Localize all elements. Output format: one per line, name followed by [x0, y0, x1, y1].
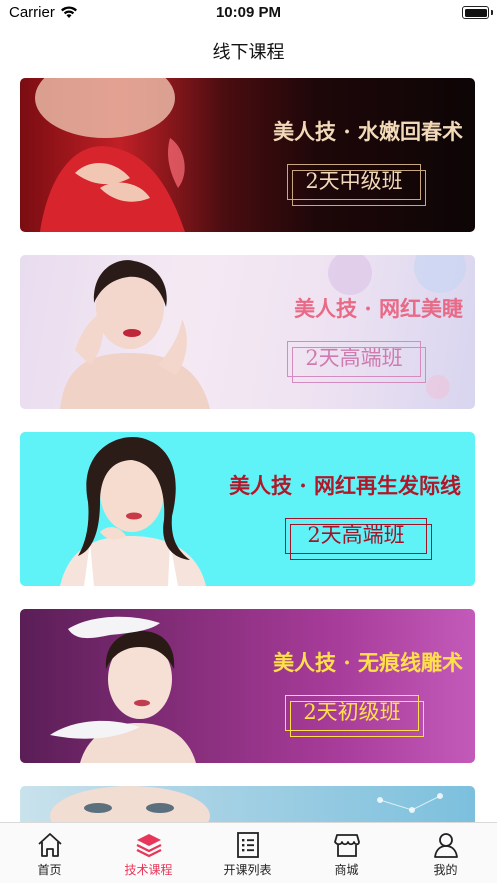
course-level-badge: 2天初级班 — [285, 695, 424, 737]
tab-label: 我的 — [433, 863, 458, 877]
course-level-badge: 2天中级班 — [287, 164, 426, 206]
page-title: 线下课程 — [212, 42, 285, 63]
home-icon — [37, 833, 62, 857]
user-icon — [433, 833, 458, 858]
course-level-badge: 2天高端班 — [285, 518, 432, 560]
course-card-hairline[interactable]: 美人技 · 网红再生发际线 2天高端班 — [20, 432, 475, 586]
tab-home[interactable]: 首页 — [0, 823, 99, 883]
status-bar: Carrier 10:09 PM — [0, 0, 497, 26]
tab-profile[interactable]: 我的 — [396, 823, 495, 883]
layers-icon — [136, 834, 161, 858]
tab-label: 商城 — [334, 863, 359, 877]
course-banner-image — [50, 786, 443, 822]
course-card-partial[interactable] — [20, 786, 475, 822]
list-icon — [236, 832, 259, 858]
shop-icon — [333, 834, 360, 857]
tab-bar: 首页 技术课程 开课列表 商城 我的 — [0, 822, 497, 883]
tab-label: 技术课程 — [124, 863, 173, 877]
course-banner-image — [50, 616, 196, 763]
course-level-badge: 2天高端班 — [287, 341, 426, 383]
course-banner-image — [60, 255, 466, 409]
course-card-eyelash[interactable]: 美人技 · 网红美睫 2天高端班 — [20, 255, 475, 409]
course-banner-image — [35, 78, 185, 232]
course-headline: 美人技 · 网红美睫 — [294, 296, 463, 321]
course-headline: 美人技 · 水嫩回春术 — [273, 119, 463, 144]
battery-icon — [462, 6, 489, 19]
tab-courses[interactable]: 技术课程 — [99, 823, 198, 883]
tab-schedule[interactable]: 开课列表 — [198, 823, 297, 883]
tab-shop[interactable]: 商城 — [297, 823, 396, 883]
course-headline: 美人技 · 网红再生发际线 — [229, 473, 461, 498]
battery-nub — [491, 10, 493, 15]
tab-label: 开课列表 — [223, 863, 272, 877]
course-card-thread-lift[interactable]: 美人技 · 无痕线雕术 2天初级班 — [20, 609, 475, 763]
course-card-rejuvenation[interactable]: 美人技 · 水嫩回春术 2天中级班 — [20, 78, 475, 232]
tab-label: 首页 — [37, 863, 62, 877]
course-list[interactable]: 美人技 · 水嫩回春术 2天中级班 美人技 · 网红美睫 2天高端班 美人技 ·… — [0, 78, 497, 822]
course-banner-image — [60, 436, 206, 586]
course-headline: 美人技 · 无痕线雕术 — [273, 650, 463, 675]
status-time: 10:09 PM — [215, 4, 282, 21]
